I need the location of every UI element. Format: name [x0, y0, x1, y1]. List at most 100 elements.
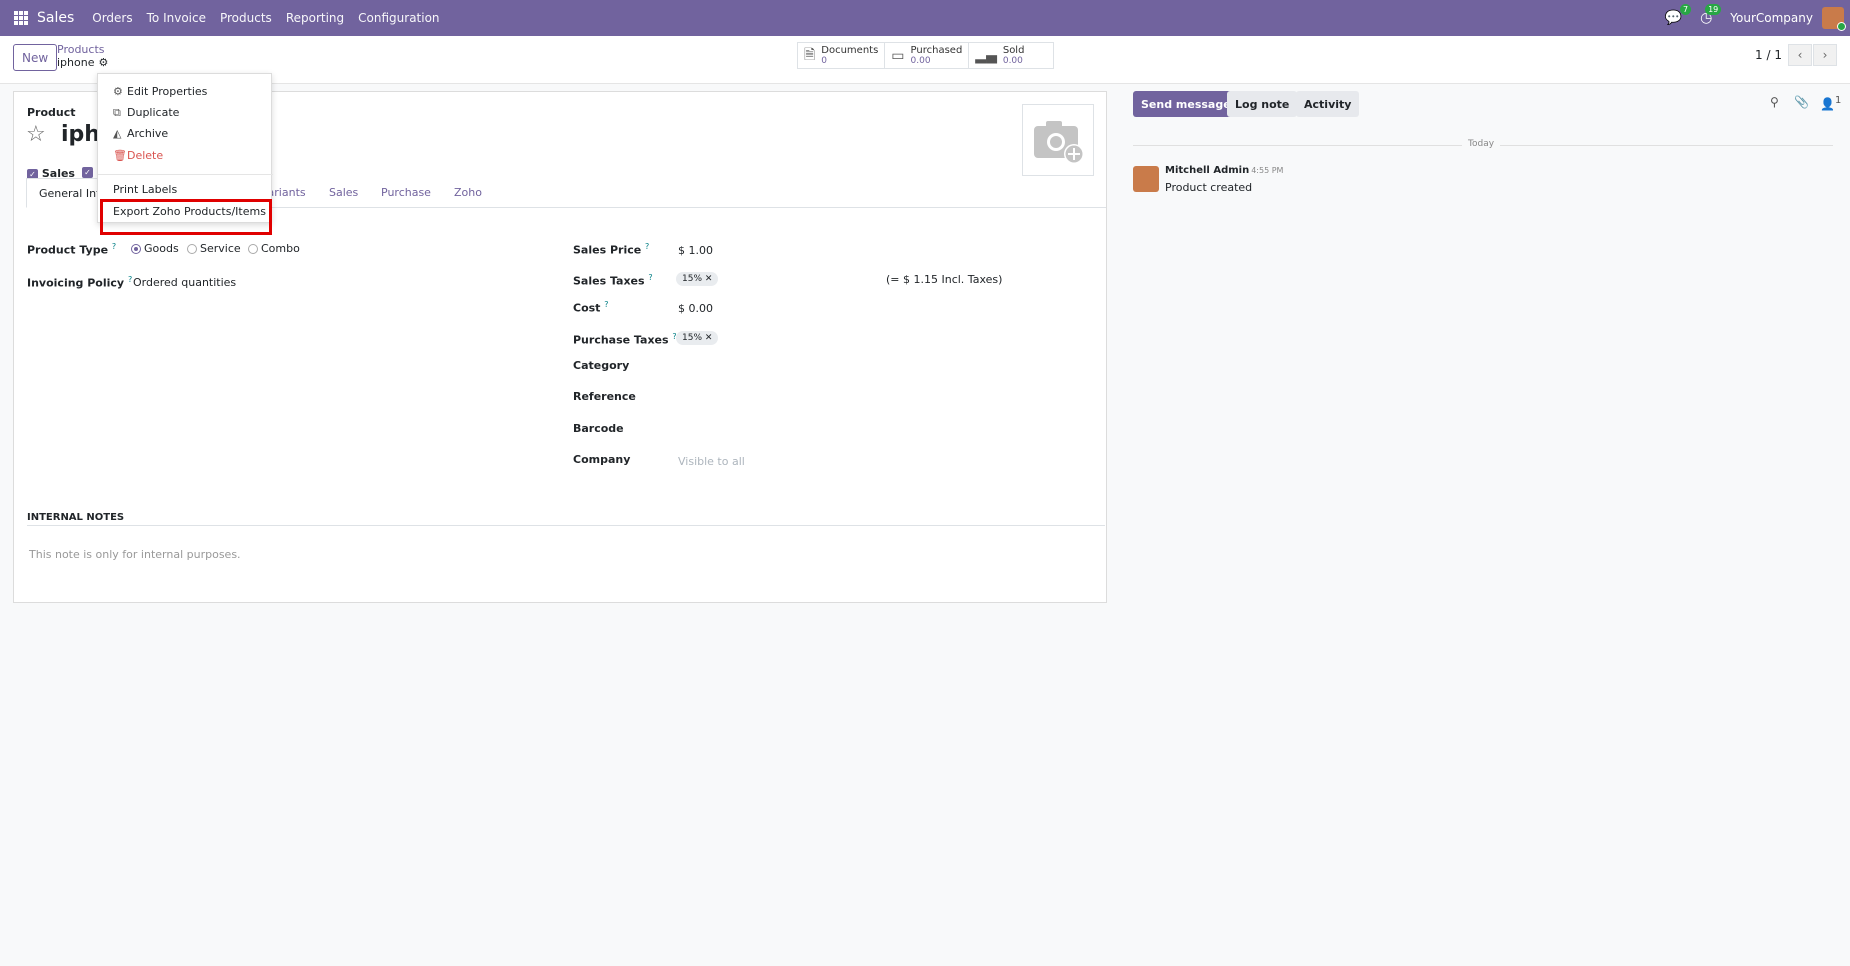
help-icon[interactable]: ?	[648, 273, 652, 282]
barcode-label: Barcode	[573, 422, 624, 435]
menu-duplicate[interactable]: ⧉ Duplicate	[113, 106, 179, 120]
credit-card-icon: ▭	[891, 47, 905, 64]
edit-properties-label: Edit Properties	[127, 85, 208, 98]
menu-products[interactable]: Products	[220, 11, 272, 25]
copy-icon: ⧉	[113, 106, 121, 119]
sales-tax-tag-label: 15%	[682, 274, 703, 284]
trash-icon: 🗑	[113, 149, 127, 162]
company-switcher[interactable]: YourCompany	[1730, 11, 1813, 25]
messages-icon[interactable]: 💬 7	[1665, 4, 1692, 26]
purchase-tax-tag[interactable]: 15% ✕	[676, 331, 719, 345]
notes-divider	[27, 525, 1105, 526]
pager-next-button[interactable]: ›	[1813, 44, 1837, 66]
tab-sales[interactable]: Sales	[317, 178, 370, 208]
message-author-name: Mitchell Admin	[1165, 165, 1250, 176]
send-message-button[interactable]: Send message	[1133, 91, 1239, 117]
cost-label-text: Cost	[573, 301, 601, 315]
cogs-icon: ⚙	[113, 85, 123, 98]
log-note-button[interactable]: Log note	[1227, 91, 1298, 117]
help-icon[interactable]: ?	[645, 242, 649, 251]
archive-inbox-icon: ◭	[113, 127, 122, 140]
menu-edit-properties[interactable]: ⚙ Edit Properties	[113, 85, 207, 98]
search-icon[interactable]: ⚲	[1770, 95, 1779, 109]
menu-to-invoice[interactable]: To Invoice	[147, 11, 206, 25]
breadcrumb-products[interactable]: Products	[57, 43, 105, 56]
documents-smart-button[interactable]: 🗎 Documents 0	[798, 43, 886, 68]
menu-configuration[interactable]: Configuration	[358, 11, 439, 25]
chatter-topbar-icons: ⚲ 📎 👤1	[1770, 95, 1850, 111]
sales-price-field[interactable]: $ 1.00	[678, 244, 713, 257]
remove-tag-icon[interactable]: ✕	[705, 333, 713, 343]
new-button[interactable]: New	[13, 44, 58, 71]
sales-price-label: Sales Price ?	[573, 242, 649, 257]
apps-grid-icon[interactable]	[14, 11, 28, 25]
radio-checked-icon	[131, 244, 141, 254]
highlight-box	[100, 199, 272, 235]
purchase-tax-tag-label: 15%	[682, 333, 703, 343]
product-type-radio-combo[interactable]: Combo	[248, 242, 300, 255]
menu-reporting[interactable]: Reporting	[286, 11, 344, 25]
help-icon[interactable]: ?	[604, 300, 608, 309]
help-icon[interactable]: ?	[112, 242, 116, 251]
date-separator-label: Today	[1462, 139, 1501, 149]
smart-buttons: 🗎 Documents 0 ▭ Purchased 0.00 ▂▄ Sold 0.00	[797, 42, 1055, 69]
combo-label: Combo	[261, 242, 300, 255]
message-author[interactable]: Mitchell Admin 4:55 PM	[1165, 165, 1283, 176]
breadcrumb-current-label: iphone	[57, 56, 95, 69]
product-type-label-text: Product Type	[27, 243, 109, 257]
purchase-taxes-label: Purchase Taxes ?	[573, 332, 677, 347]
reference-label: Reference	[573, 390, 636, 403]
incl-taxes-text: (= $ 1.15 Incl. Taxes)	[886, 273, 1003, 286]
company-field[interactable]: Visible to all	[678, 455, 745, 468]
message-body: Product created	[1165, 181, 1253, 194]
cost-field[interactable]: $ 0.00	[678, 302, 713, 315]
invoicing-policy-label-text: Invoicing Policy	[27, 276, 125, 290]
activity-button[interactable]: Activity	[1296, 91, 1360, 117]
sales-taxes-label: Sales Taxes ?	[573, 273, 653, 288]
sales-tax-tag[interactable]: 15% ✕	[676, 272, 719, 286]
menu-print-labels[interactable]: Print Labels	[113, 183, 177, 196]
radio-unchecked-icon	[187, 244, 197, 254]
category-label: Category	[573, 359, 630, 372]
help-icon[interactable]: ?	[128, 275, 132, 284]
remove-tag-icon[interactable]: ✕	[705, 274, 713, 284]
radio-unchecked-icon	[248, 244, 258, 254]
activities-badge: 19	[1705, 4, 1722, 15]
sold-smart-button[interactable]: ▂▄ Sold 0.00	[969, 43, 1053, 68]
internal-notes-field[interactable]: This note is only for internal purposes.	[29, 548, 241, 561]
goods-label: Goods	[144, 242, 179, 255]
document-icon: 🗎	[804, 46, 816, 63]
gear-icon[interactable]: ⚙	[98, 56, 108, 69]
menu-archive[interactable]: ◭ Archive	[113, 127, 168, 140]
product-type-radio-goods[interactable]: Goods	[131, 242, 179, 255]
message-time: 4:55 PM	[1251, 166, 1284, 175]
control-panel: New Products iphone ⚙ 🗎 Documents 0 ▭ Purc…	[0, 36, 1850, 84]
paperclip-icon[interactable]: 📎	[1794, 95, 1809, 109]
tab-zoho[interactable]: Zoho	[442, 178, 494, 208]
menu-orders[interactable]: Orders	[92, 11, 132, 25]
archive-label: Archive	[127, 127, 169, 140]
app-brand[interactable]: Sales	[37, 10, 74, 26]
invoicing-policy-label: Invoicing Policy ?	[27, 275, 132, 290]
pager-previous-button[interactable]: ‹	[1788, 44, 1812, 66]
signal-bars-icon: ▂▄	[975, 47, 997, 64]
favorite-star-icon[interactable]: ☆	[26, 122, 46, 147]
activities-clock-icon[interactable]: ◷ 19	[1700, 4, 1722, 26]
sold-value: 0.00	[1002, 55, 1023, 66]
product-type-label: Product Type ?	[27, 242, 116, 257]
product-type-radio-service[interactable]: Service	[187, 242, 241, 255]
user-avatar[interactable]	[1822, 7, 1846, 31]
menu-delete[interactable]: 🗑Delete	[113, 149, 163, 162]
sold-label: Sold	[1002, 44, 1025, 56]
followers-icon[interactable]: 👤1	[1820, 95, 1841, 111]
tab-purchase[interactable]: Purchase	[369, 178, 443, 208]
purchased-smart-button[interactable]: ▭ Purchased 0.00	[885, 43, 970, 68]
top-navbar: Sales Orders To Invoice Products Reporti…	[0, 0, 1850, 36]
invoicing-policy-field[interactable]: Ordered quantities	[133, 276, 236, 289]
can-be-purchased-checkbox[interactable]: ✓	[82, 167, 93, 178]
pager-value[interactable]: 1 / 1	[1755, 48, 1782, 62]
camera-plus-icon	[1034, 121, 1084, 164]
product-image-upload[interactable]	[1022, 104, 1094, 176]
author-avatar[interactable]	[1133, 166, 1159, 192]
dropdown-divider	[98, 174, 273, 175]
